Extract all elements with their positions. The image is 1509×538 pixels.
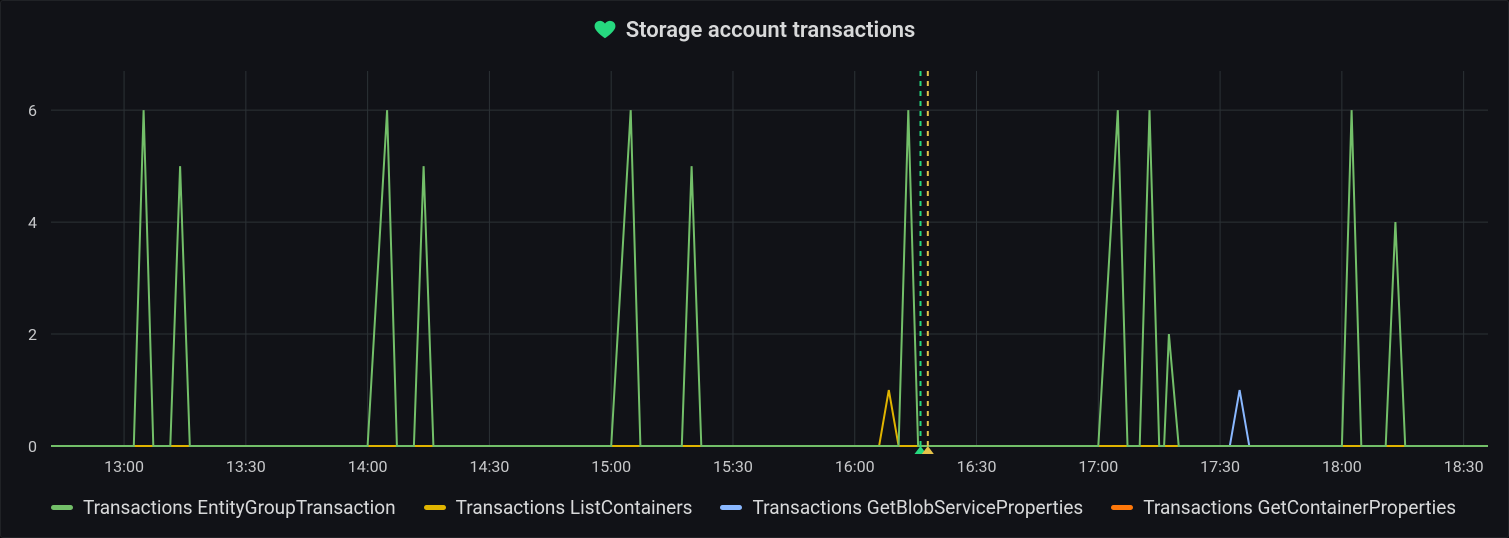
legend-label: Transactions GetContainerProperties <box>1143 496 1456 519</box>
chart-svg: 0 2 4 6 13:00 13:30 14:00 14:30 15:00 15:30 16:00 1… <box>1 59 1508 486</box>
svg-text:16:30: 16:30 <box>957 457 997 476</box>
legend-label: Transactions GetBlobServiceProperties <box>752 496 1083 519</box>
chart-panel: Storage account transactions 0 2 4 6 13:00 13… <box>0 0 1509 538</box>
legend: Transactions EntityGroupTransaction Trans… <box>1 486 1508 537</box>
heart-icon <box>594 19 616 41</box>
legend-item[interactable]: Transactions ListContainers <box>424 496 693 519</box>
svg-text:15:00: 15:00 <box>591 457 631 476</box>
svg-text:2: 2 <box>28 325 37 344</box>
svg-text:14:00: 14:00 <box>348 457 388 476</box>
legend-swatch <box>51 505 73 510</box>
chart-plot-area[interactable]: 0 2 4 6 13:00 13:30 14:00 14:30 15:00 15:30 16:00 1… <box>1 59 1508 486</box>
panel-header[interactable]: Storage account transactions <box>1 1 1508 59</box>
panel-title: Storage account transactions <box>626 18 916 43</box>
legend-item[interactable]: Transactions GetBlobServiceProperties <box>720 496 1083 519</box>
legend-item[interactable]: Transactions EntityGroupTransaction <box>51 496 396 519</box>
svg-text:4: 4 <box>28 213 37 232</box>
svg-text:13:00: 13:00 <box>104 457 144 476</box>
svg-text:17:30: 17:30 <box>1200 457 1240 476</box>
svg-text:15:30: 15:30 <box>713 457 753 476</box>
svg-text:6: 6 <box>28 101 37 120</box>
svg-text:0: 0 <box>28 437 37 456</box>
svg-text:16:00: 16:00 <box>835 457 875 476</box>
svg-text:18:00: 18:00 <box>1322 457 1362 476</box>
svg-text:17:00: 17:00 <box>1078 457 1118 476</box>
legend-label: Transactions ListContainers <box>456 496 693 519</box>
legend-swatch <box>1111 505 1133 510</box>
legend-label: Transactions EntityGroupTransaction <box>83 496 396 519</box>
legend-swatch <box>720 505 742 510</box>
svg-text:13:30: 13:30 <box>226 457 266 476</box>
legend-item[interactable]: Transactions GetContainerProperties <box>1111 496 1456 519</box>
legend-swatch <box>424 505 446 510</box>
svg-text:14:30: 14:30 <box>469 457 509 476</box>
svg-text:18:30: 18:30 <box>1444 457 1484 476</box>
